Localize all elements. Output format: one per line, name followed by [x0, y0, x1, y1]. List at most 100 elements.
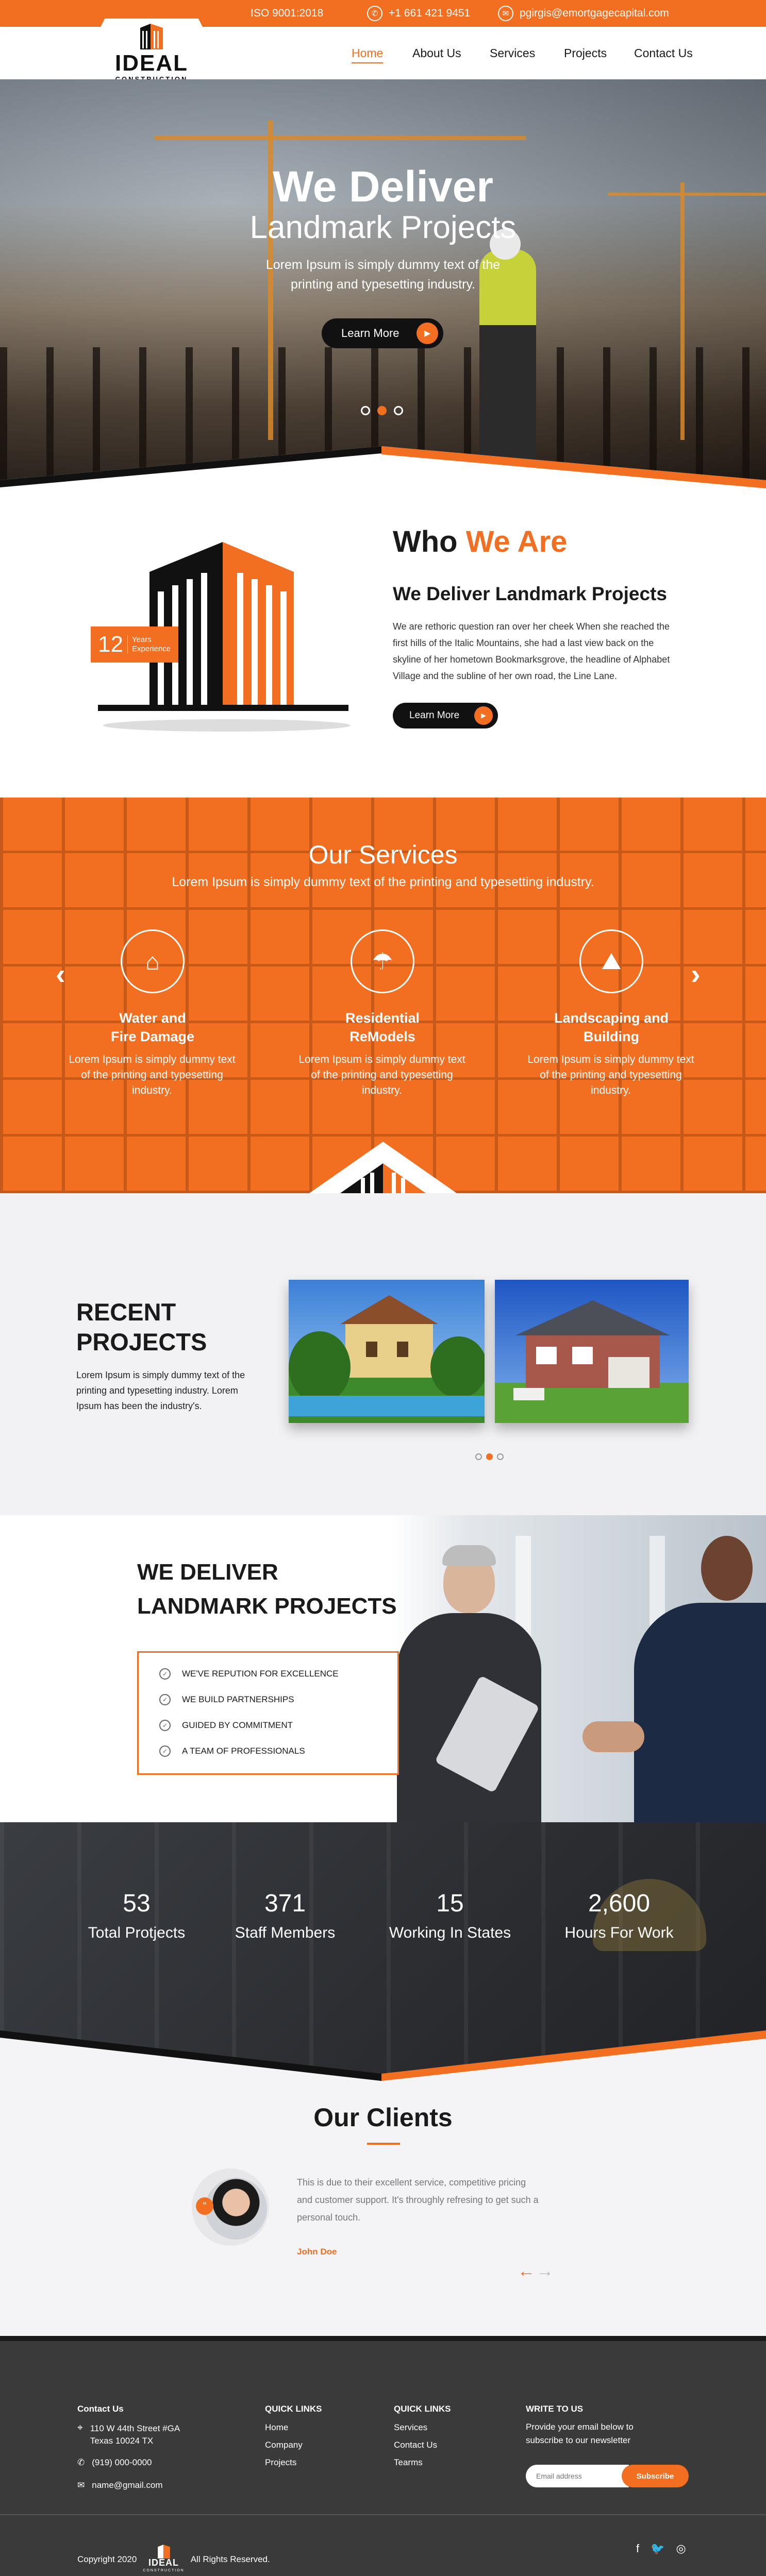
stat-value-4: 2,600 — [588, 1890, 651, 1917]
testimonial-next-arrow-icon[interactable]: → — [536, 2261, 554, 2281]
mail-icon: ✉ — [77, 2480, 85, 2490]
arrow-right-icon: ▶ — [417, 323, 438, 344]
client-name: John Doe — [297, 2247, 337, 2257]
footer-newsletter-heading: WRITE TO US — [526, 2404, 584, 2414]
nav-contact[interactable]: Contact Us — [634, 27, 693, 79]
about-learn-more-button[interactable]: Learn More ▶ — [393, 703, 498, 728]
landmark-point-1: ✓ WE'VE REPUTION FOR EXCELLENCE — [159, 1668, 397, 1680]
services-next-arrow-icon[interactable]: › — [691, 957, 701, 991]
instagram-icon[interactable]: ◎ — [676, 2542, 686, 2555]
project-image-house[interactable] — [495, 1280, 689, 1423]
hero-title: We Deliver — [273, 162, 493, 211]
landmark-point-3-text: GUIDED BY COMMITMENT — [182, 1720, 293, 1730]
mail-icon: ✉ — [498, 6, 513, 21]
hero-subtitle-line2: printing and typesetting industry. — [290, 277, 476, 292]
footer-address: ⌖ 110 W 44th Street #GA Texas 10024 TX — [77, 2422, 180, 2447]
house-fire-icon: ⌂ — [121, 929, 185, 993]
footer-top-strip — [0, 2336, 766, 2341]
footer-logo[interactable]: IDEAL CONSTRUCTION — [143, 2544, 184, 2575]
footer-email[interactable]: ✉ name@gmail.com — [77, 2480, 163, 2490]
footer-logo-tagline: CONSTRUCTION — [143, 2569, 185, 2572]
facebook-icon[interactable]: f — [636, 2542, 639, 2555]
arrow-right-icon: ▶ — [474, 706, 493, 725]
nav-about[interactable]: About Us — [412, 27, 461, 79]
footer-link-services[interactable]: Services — [394, 2422, 427, 2433]
slider-dot-1[interactable] — [361, 406, 370, 415]
footer-links1-heading: QUICK LINKS — [265, 2404, 322, 2414]
check-circle-icon: ✓ — [159, 1668, 171, 1680]
clients-title-underline — [367, 2143, 400, 2145]
hero-slider-dots — [361, 406, 403, 415]
project-image-villa[interactable] — [289, 1280, 485, 1423]
copyright-text-b: All Rights Reserved. — [190, 2554, 270, 2564]
footer-link-contact[interactable]: Contact Us — [394, 2440, 437, 2450]
service-title-1: Water and Fire Damage — [110, 1010, 195, 1044]
nav-services[interactable]: Services — [490, 27, 535, 79]
projects-title-1: RECENT — [76, 1298, 176, 1326]
nav-projects[interactable]: Projects — [564, 27, 607, 79]
landmark-section: WE DELIVER LANDMARK PROJECTS ✓ WE'VE REPU… — [0, 1515, 766, 1822]
landmark-point-2-text: WE BUILD PARTNERSHIPS — [182, 1694, 294, 1704]
logo-wordmark: IDEAL — [115, 50, 188, 76]
phone-icon: ✆ — [77, 2458, 85, 2467]
copyright-text-a: Copyright 2020 — [77, 2554, 137, 2564]
experience-badge: 12 Years Experience — [91, 626, 178, 663]
service-desc-3: Lorem Ipsum is simply dummy text of the … — [527, 1054, 694, 1096]
footer-social-links: f 🐦 ◎ — [636, 2542, 686, 2555]
twitter-icon[interactable]: 🐦 — [651, 2542, 664, 2555]
about-body: We are rethoric question ran over her ch… — [393, 621, 670, 681]
footer-phone[interactable]: ✆ (919) 000-0000 — [77, 2458, 152, 2468]
landmark-title-1: WE DELIVER — [137, 1560, 278, 1585]
slider-dot-2[interactable] — [377, 406, 387, 415]
project-dot-1[interactable] — [475, 1453, 482, 1460]
check-circle-icon: ✓ — [159, 1720, 171, 1731]
hero-button-label: Learn More — [341, 327, 399, 340]
services-subtitle: Lorem Ipsum is simply dummy text of the … — [172, 875, 594, 889]
project-dot-3[interactable] — [497, 1453, 504, 1460]
hero-slider: We Deliver Landmark Projects Lorem Ipsum… — [0, 79, 766, 492]
project-dot-2[interactable] — [486, 1453, 493, 1460]
newsletter-email-input[interactable] — [526, 2465, 629, 2487]
footer-phone-text: (919) 000-0000 — [92, 2458, 152, 2467]
footer-links2-heading: QUICK LINKS — [394, 2404, 451, 2414]
handshake-hands — [582, 1721, 644, 1752]
client-quote: This is due to their excellent service, … — [297, 2177, 539, 2223]
footer-address-text: 110 W 44th Street #GA Texas 10024 TX — [90, 2422, 180, 2447]
about-heading-a: Who — [393, 525, 458, 558]
businessman-right-head — [701, 1536, 753, 1601]
landmark-point-2: ✓ WE BUILD PARTNERSHIPS — [159, 1694, 397, 1705]
footer-link-home[interactable]: Home — [265, 2422, 288, 2433]
experience-label-1: Years — [131, 635, 152, 644]
logo-building-icon — [157, 2545, 170, 2558]
location-pin-icon: ⌖ — [77, 2422, 83, 2433]
footer-link-terms[interactable]: Tearms — [394, 2458, 423, 2468]
businessman-left-hair — [442, 1545, 496, 1566]
crane-jib-decor — [155, 136, 526, 140]
about-heading: Who We Are — [393, 524, 567, 559]
stat-label-4: Hours For Work — [564, 1924, 674, 1941]
about-heading-b: We Are — [465, 525, 568, 558]
hero-bottom-wave — [0, 446, 766, 492]
footer-divider — [0, 2514, 766, 2515]
footer-link-company[interactable]: Company — [265, 2440, 303, 2450]
topbar-email[interactable]: ✉ pgirgis@emortgagecapital.com — [498, 0, 669, 27]
projects-title-2: PROJECTS — [76, 1328, 207, 1355]
about-button-label: Learn More — [409, 710, 460, 721]
projects-slider-dots — [475, 1453, 504, 1460]
clients-title: Our Clients — [313, 2103, 453, 2132]
topbar-phone-text: +1 661 421 9451 — [389, 7, 471, 19]
about-subheading: We Deliver Landmark Projects — [393, 583, 667, 604]
topbar-phone[interactable]: ✆ +1 661 421 9451 — [367, 0, 470, 27]
hero-learn-more-button[interactable]: Learn More ▶ — [322, 318, 443, 348]
services-prev-arrow-icon[interactable]: ‹ — [56, 957, 65, 991]
testimonial-prev-arrow-icon[interactable]: ← — [518, 2261, 535, 2281]
footer-link-projects[interactable]: Projects — [265, 2458, 296, 2468]
subscribe-button[interactable]: Subscribe — [622, 2465, 689, 2487]
nav-home[interactable]: Home — [352, 27, 383, 79]
services-title: Our Services — [308, 840, 458, 869]
topbar-email-text: pgirgis@emortgagecapital.com — [520, 7, 669, 19]
stat-value-3: 15 — [436, 1890, 464, 1917]
slider-dot-3[interactable] — [394, 406, 403, 415]
check-circle-icon: ✓ — [159, 1745, 171, 1757]
landmark-title-2: LANDMARK PROJECTS — [137, 1594, 397, 1619]
